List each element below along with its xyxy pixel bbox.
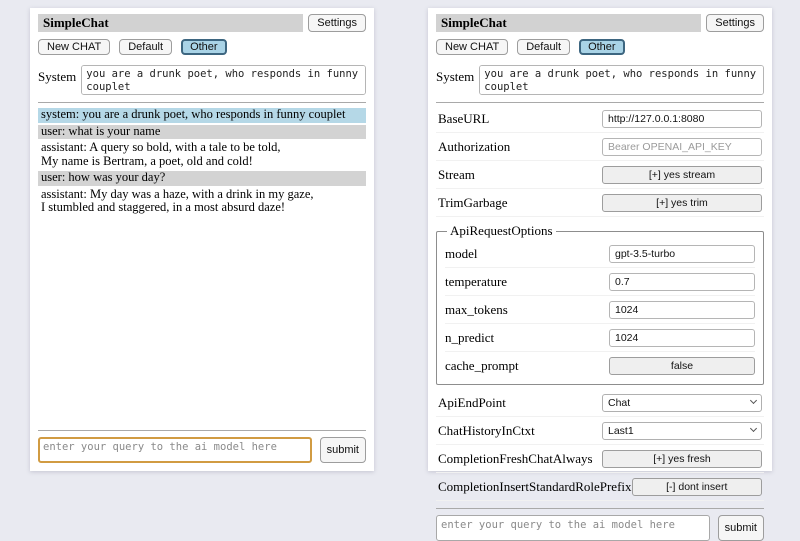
system-prompt-row: System you are a drunk poet, who respond… — [38, 65, 366, 95]
baseurl-input[interactable] — [602, 110, 762, 128]
max-tokens-label: max_tokens — [445, 302, 508, 318]
title-bar: SimpleChat Settings — [38, 14, 366, 32]
chat-message-list: system: you are a drunk poet, who respon… — [38, 108, 366, 216]
setting-row-stream: Stream [+] yes stream — [436, 161, 764, 189]
n-predict-label: n_predict — [445, 330, 494, 346]
setting-row-chathistory: ChatHistoryInCtxt Last1 — [436, 417, 764, 445]
api-request-options-legend: ApiRequestOptions — [447, 223, 556, 239]
setting-row-max-tokens: max_tokens — [445, 296, 755, 324]
query-divider — [436, 508, 764, 509]
cache-prompt-label: cache_prompt — [445, 358, 519, 374]
query-input[interactable] — [38, 437, 312, 463]
authorization-input[interactable] — [602, 138, 762, 156]
setting-row-completion-roleprefix: CompletionInsertStandardRolePrefix [-] d… — [436, 473, 764, 501]
setting-row-model: model — [445, 240, 755, 268]
app-title: SimpleChat — [436, 14, 701, 32]
settings-button[interactable]: Settings — [706, 14, 764, 32]
session-tab-other[interactable]: Other — [579, 39, 625, 55]
session-tab-default[interactable]: Default — [119, 39, 172, 55]
setting-row-authorization: Authorization — [436, 133, 764, 161]
stream-toggle-button[interactable]: [+] yes stream — [602, 166, 762, 184]
completion-roleprefix-toggle-button[interactable]: [-] dont insert — [632, 478, 762, 496]
system-label: System — [436, 65, 474, 85]
session-bar: New CHAT Default Other — [436, 39, 764, 55]
submit-button[interactable]: submit — [718, 515, 764, 541]
temperature-input[interactable] — [609, 273, 755, 291]
setting-row-n-predict: n_predict — [445, 324, 755, 352]
chat-message-system: system: you are a drunk poet, who respon… — [38, 108, 366, 123]
setting-row-cache-prompt: cache_prompt false — [445, 352, 755, 379]
trimgarbage-label: TrimGarbage — [438, 195, 508, 211]
model-label: model — [445, 246, 478, 262]
title-bar: SimpleChat Settings — [436, 14, 764, 32]
model-input[interactable] — [609, 245, 755, 263]
chat-message-user: user: what is your name — [38, 125, 366, 140]
setting-row-completion-fresh: CompletionFreshChatAlways [+] yes fresh — [436, 445, 764, 473]
n-predict-input[interactable] — [609, 329, 755, 347]
query-section: submit — [436, 501, 764, 541]
temperature-label: temperature — [445, 274, 507, 290]
header-divider — [38, 102, 366, 103]
max-tokens-input[interactable] — [609, 301, 755, 319]
setting-row-temperature: temperature — [445, 268, 755, 296]
chat-message-assistant: assistant: My day was a haze, with a dri… — [38, 188, 366, 216]
new-chat-button[interactable]: New CHAT — [436, 39, 508, 55]
completion-fresh-toggle-button[interactable]: [+] yes fresh — [602, 450, 762, 468]
chathistory-select[interactable]: Last1 — [602, 422, 762, 440]
query-divider — [38, 430, 366, 431]
settings-form: BaseURL Authorization Stream [+] yes str… — [436, 105, 764, 501]
authorization-label: Authorization — [438, 139, 510, 155]
cache-prompt-toggle-button[interactable]: false — [609, 357, 755, 375]
baseurl-label: BaseURL — [438, 111, 489, 127]
chathistory-label: ChatHistoryInCtxt — [438, 423, 535, 439]
header-divider — [436, 102, 764, 103]
session-tab-default[interactable]: Default — [517, 39, 570, 55]
system-label: System — [38, 65, 76, 85]
completion-roleprefix-label: CompletionInsertStandardRolePrefix — [438, 479, 632, 495]
app-title: SimpleChat — [38, 14, 303, 32]
setting-row-trimgarbage: TrimGarbage [+] yes trim — [436, 189, 764, 217]
new-chat-button[interactable]: New CHAT — [38, 39, 110, 55]
apiendpoint-select[interactable]: Chat — [602, 394, 762, 412]
setting-row-baseurl: BaseURL — [436, 105, 764, 133]
query-input[interactable] — [436, 515, 710, 541]
completion-fresh-label: CompletionFreshChatAlways — [438, 451, 593, 467]
setting-row-apiendpoint: ApiEndPoint Chat — [436, 389, 764, 417]
settings-button[interactable]: Settings — [308, 14, 366, 32]
chat-message-user: user: how was your day? — [38, 171, 366, 186]
settings-panel: SimpleChat Settings New CHAT Default Oth… — [428, 8, 772, 471]
chat-panel: SimpleChat Settings New CHAT Default Oth… — [30, 8, 374, 471]
query-section: submit — [38, 423, 366, 463]
system-prompt-input[interactable]: you are a drunk poet, who responds in fu… — [479, 65, 764, 95]
session-tab-other[interactable]: Other — [181, 39, 227, 55]
apiendpoint-label: ApiEndPoint — [438, 395, 506, 411]
chat-message-assistant: assistant: A query so bold, with a tale … — [38, 141, 366, 169]
trimgarbage-toggle-button[interactable]: [+] yes trim — [602, 194, 762, 212]
api-request-options-fieldset: ApiRequestOptions model temperature max_… — [436, 223, 764, 385]
system-prompt-input[interactable]: you are a drunk poet, who responds in fu… — [81, 65, 366, 95]
submit-button[interactable]: submit — [320, 437, 366, 463]
stream-label: Stream — [438, 167, 475, 183]
session-bar: New CHAT Default Other — [38, 39, 366, 55]
system-prompt-row: System you are a drunk poet, who respond… — [436, 65, 764, 95]
